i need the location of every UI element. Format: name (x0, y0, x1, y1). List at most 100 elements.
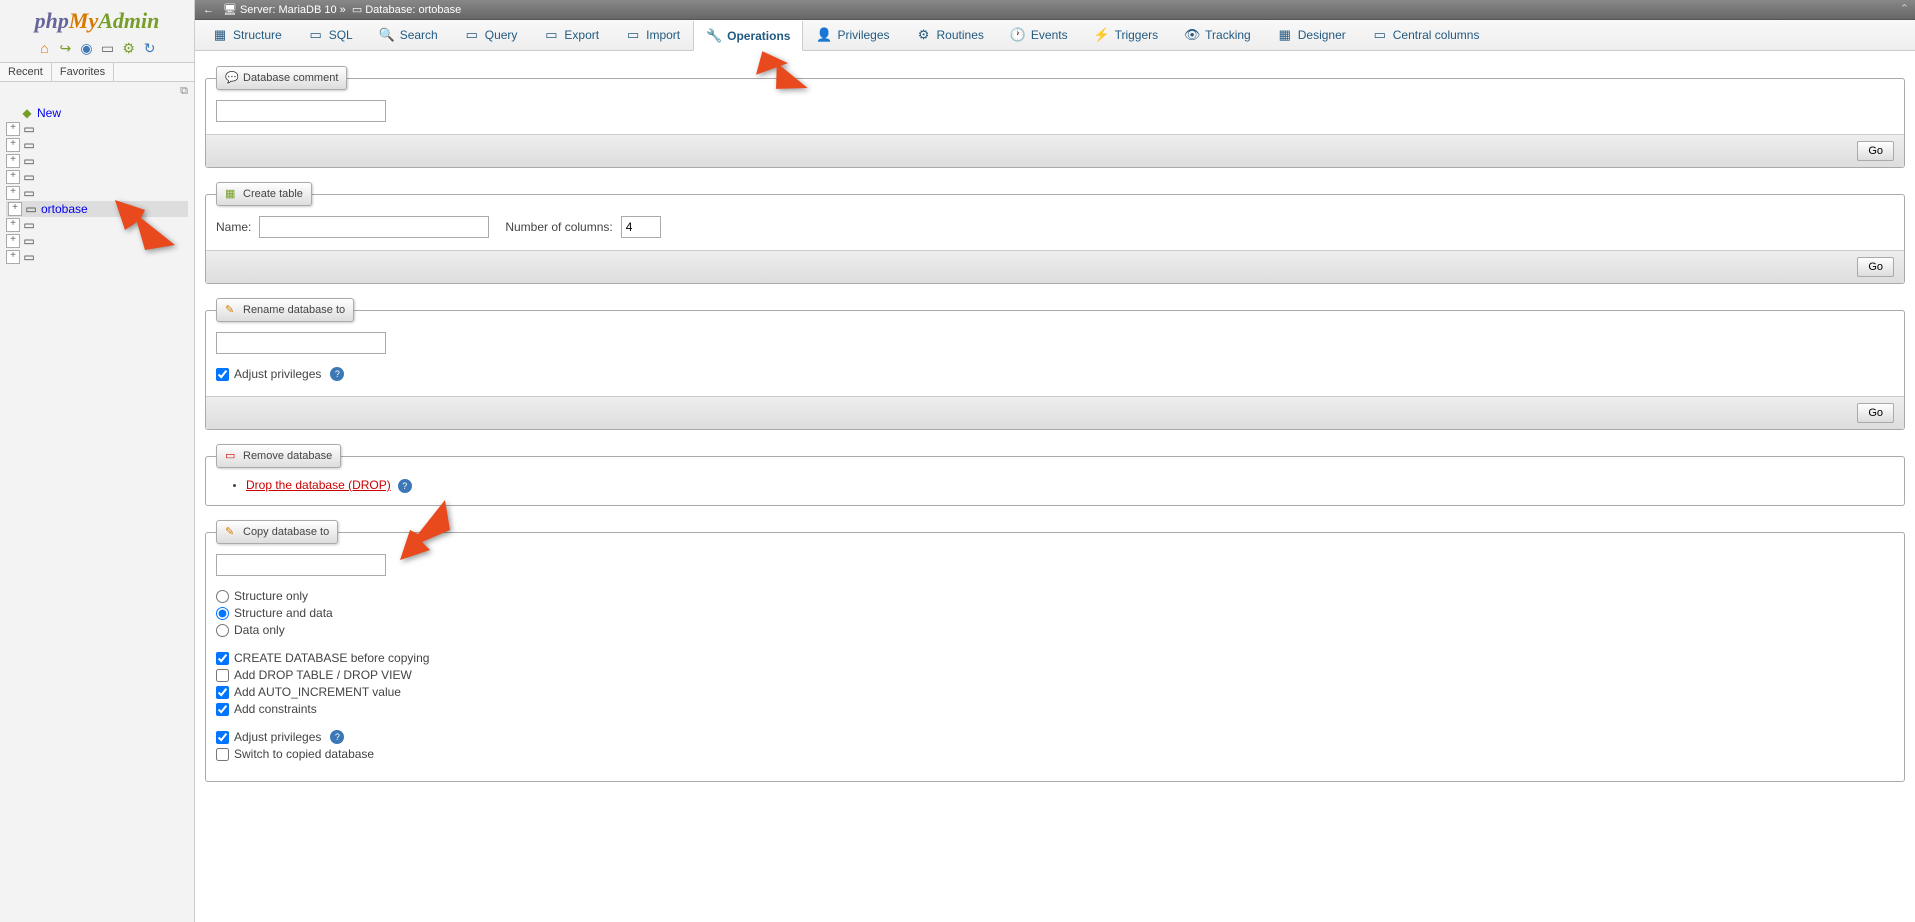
adjust-privileges-checkbox[interactable] (216, 368, 229, 381)
radio-data-only[interactable] (216, 624, 229, 637)
cb-auto-increment[interactable] (216, 686, 229, 699)
go-button[interactable]: Go (1857, 141, 1894, 161)
cb-constraints[interactable] (216, 703, 229, 716)
central-columns-icon: ▭ (1372, 27, 1388, 43)
collapse-link-icon[interactable]: ⧉ (0, 82, 194, 101)
page-settings-icon[interactable]: ⌃ (1894, 0, 1915, 17)
rename-db-input[interactable] (216, 332, 386, 354)
radio-structure-data[interactable] (216, 607, 229, 620)
expand-icon[interactable]: + (6, 122, 20, 136)
tab-privileges[interactable]: 👤Privileges (803, 20, 902, 50)
pencil-icon: ✎ (225, 303, 239, 317)
database-link[interactable]: ortobase (418, 4, 461, 16)
comment-icon: 💬 (225, 71, 239, 85)
db-comment-input[interactable] (216, 100, 386, 122)
cb-label: CREATE DATABASE before copying (234, 651, 429, 665)
tab-label: Operations (727, 29, 790, 43)
tab-central-columns[interactable]: ▭Central columns (1359, 20, 1493, 50)
server-link[interactable]: MariaDB 10 (279, 4, 337, 16)
structure-icon: ▦ (212, 27, 228, 43)
legend-create-table: ▦Create table (216, 182, 312, 206)
tab-tracking[interactable]: 👁Tracking (1171, 20, 1264, 50)
cb-drop-table[interactable] (216, 669, 229, 682)
table-name-input[interactable] (259, 216, 489, 238)
docs-icon[interactable]: ◉ (78, 40, 94, 56)
new-db-icon: ◆ (20, 106, 34, 120)
favorites-tab[interactable]: Favorites (52, 63, 114, 81)
tab-search[interactable]: 🔍 Search (366, 20, 451, 50)
events-icon: 🕐 (1010, 27, 1026, 43)
server-label: Server: (240, 4, 275, 16)
db-icon: ▭ (22, 218, 36, 232)
tab-sql[interactable]: ▭SQL (295, 20, 366, 50)
tab-query[interactable]: ▭Query (451, 20, 531, 50)
expand-icon[interactable]: + (6, 234, 20, 248)
breadcrumb-separator: » (340, 4, 346, 16)
tree-db-item[interactable]: +▭ (6, 121, 188, 137)
expand-icon[interactable]: + (6, 250, 20, 264)
sidebar: phpMyAdmin ⌂ ↪ ◉ ▭ ⚙ ↻ Recent Favorites … (0, 0, 195, 922)
sql-icon[interactable]: ▭ (100, 40, 116, 56)
import-icon: ▭ (625, 27, 641, 43)
legend-text: Copy database to (243, 526, 329, 538)
cb-label: Switch to copied database (234, 747, 374, 761)
tab-label: Structure (233, 28, 282, 42)
tab-routines[interactable]: ⚙Routines (903, 20, 997, 50)
cb-create-db[interactable] (216, 652, 229, 665)
expand-icon[interactable]: + (8, 202, 22, 216)
search-icon: 🔍 (379, 27, 395, 43)
go-button[interactable]: Go (1857, 257, 1894, 277)
cb-switch-copied[interactable] (216, 748, 229, 761)
reload-icon[interactable]: ↻ (142, 40, 158, 56)
tab-events[interactable]: 🕐Events (997, 20, 1081, 50)
tab-label: Search (400, 28, 438, 42)
tab-label: Tracking (1205, 28, 1251, 42)
tab-import[interactable]: ▭Import (612, 20, 693, 50)
tab-designer[interactable]: ▦Designer (1264, 20, 1359, 50)
logo[interactable]: phpMyAdmin (0, 0, 194, 38)
tab-structure[interactable]: ▦ Structure (199, 20, 295, 50)
tab-triggers[interactable]: ⚡Triggers (1081, 20, 1172, 50)
expand-icon[interactable]: + (6, 154, 20, 168)
expand-icon[interactable]: + (6, 218, 20, 232)
new-label: New (37, 106, 61, 120)
cb-label: Adjust privileges (234, 730, 321, 744)
tab-operations[interactable]: 🔧Operations (693, 20, 803, 51)
radio-structure-only[interactable] (216, 590, 229, 603)
tree-db-item[interactable]: +▭ (6, 169, 188, 185)
copy-db-input[interactable] (216, 554, 386, 576)
collapse-sidebar-icon[interactable]: ← (203, 4, 214, 16)
server-icon: 🖥 (223, 3, 237, 16)
tab-label: Query (485, 28, 518, 42)
drop-db-item: Drop the database (DROP) ? (246, 478, 1894, 493)
help-icon[interactable]: ? (398, 479, 412, 493)
tree-db-item[interactable]: +▭ (6, 217, 188, 233)
cb-adjust-priv[interactable] (216, 731, 229, 744)
table-cols-input[interactable] (621, 216, 661, 238)
tree-db-item[interactable]: +▭ (6, 233, 188, 249)
logout-icon[interactable]: ↪ (57, 40, 73, 56)
tree-db-item[interactable]: +▭ (6, 249, 188, 265)
drop-db-link[interactable]: Drop the database (DROP) (246, 478, 391, 492)
tree-db-item[interactable]: +▭ (6, 185, 188, 201)
cols-label: Number of columns: (505, 220, 612, 234)
go-button[interactable]: Go (1857, 403, 1894, 423)
home-icon[interactable]: ⌂ (36, 40, 52, 56)
tree-new[interactable]: ◆ New (6, 105, 188, 121)
tree-db-item[interactable]: +▭ (6, 137, 188, 153)
panel-create-table: ▦Create table Name: Number of columns: G… (205, 182, 1905, 284)
db-icon: ▭ (22, 250, 36, 264)
help-icon[interactable]: ? (330, 367, 344, 381)
expand-icon[interactable]: + (6, 170, 20, 184)
expand-icon[interactable]: + (6, 186, 20, 200)
expand-icon[interactable]: + (6, 138, 20, 152)
settings-icon[interactable]: ⚙ (121, 40, 137, 56)
tree-db-item-ortobase[interactable]: + ▭ ortobase (6, 201, 188, 217)
tree-db-item[interactable]: +▭ (6, 153, 188, 169)
db-icon: ▭ (22, 234, 36, 248)
db-icon: ▭ (22, 154, 36, 168)
tab-export[interactable]: ▭Export (530, 20, 612, 50)
help-icon[interactable]: ? (330, 730, 344, 744)
recent-tab[interactable]: Recent (0, 63, 52, 81)
panel-rename-db: ✎Rename database to Adjust privileges ? … (205, 298, 1905, 430)
